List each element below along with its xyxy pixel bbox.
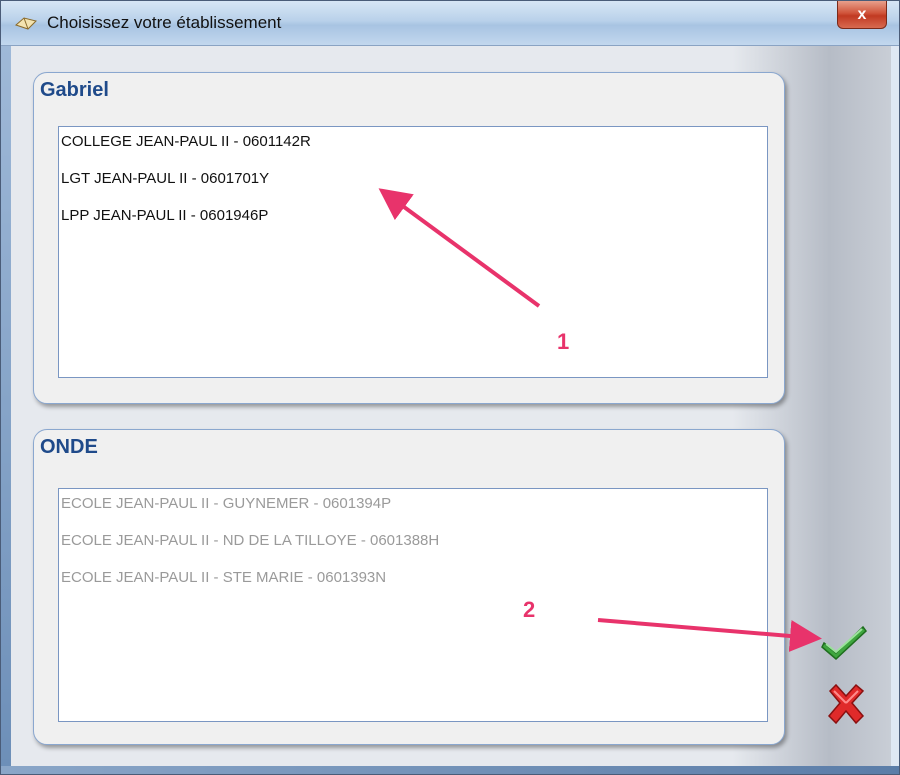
- group-gabriel: Gabriel COLLEGE JEAN-PAUL II - 0601142R …: [33, 72, 785, 404]
- green-checkmark-icon: [821, 625, 867, 661]
- list-item[interactable]: LGT JEAN-PAUL II - 0601701Y: [59, 164, 767, 201]
- dialog-content: Gabriel COLLEGE JEAN-PAUL II - 0601142R …: [11, 46, 891, 766]
- establishment-list-gabriel[interactable]: COLLEGE JEAN-PAUL II - 0601142R LGT JEAN…: [58, 126, 768, 378]
- group-title: ONDE: [40, 436, 98, 458]
- list-item[interactable]: COLLEGE JEAN-PAUL II - 0601142R: [59, 127, 767, 164]
- list-item[interactable]: ECOLE JEAN-PAUL II - GUYNEMER - 0601394P: [59, 489, 767, 526]
- cancel-button[interactable]: [826, 683, 866, 725]
- list-item[interactable]: ECOLE JEAN-PAUL II - STE MARIE - 0601393…: [59, 563, 767, 600]
- list-item[interactable]: ECOLE JEAN-PAUL II - ND DE LA TILLOYE - …: [59, 526, 767, 563]
- group-title: Gabriel: [40, 79, 109, 101]
- annotation-marker-2: 2: [523, 597, 536, 622]
- close-button[interactable]: x: [837, 1, 887, 29]
- app-icon: [15, 17, 37, 30]
- window-frame-bottom: [1, 766, 899, 774]
- title-bar[interactable]: Choisissez votre établissement x: [1, 1, 899, 46]
- list-item[interactable]: LPP JEAN-PAUL II - 0601946P: [59, 201, 767, 238]
- ok-button[interactable]: [821, 621, 867, 661]
- close-icon: x: [857, 5, 867, 23]
- window-title: Choisissez votre établissement: [47, 13, 282, 32]
- window-frame-left: [1, 46, 11, 766]
- establishment-list-onde[interactable]: ECOLE JEAN-PAUL II - GUYNEMER - 0601394P…: [58, 488, 768, 722]
- red-x-icon: [827, 683, 865, 725]
- dialog-window: Choisissez votre établissement x Gabriel…: [0, 0, 900, 775]
- group-onde: ONDE ECOLE JEAN-PAUL II - GUYNEMER - 060…: [33, 429, 785, 745]
- annotation-marker-1: 1: [557, 329, 570, 354]
